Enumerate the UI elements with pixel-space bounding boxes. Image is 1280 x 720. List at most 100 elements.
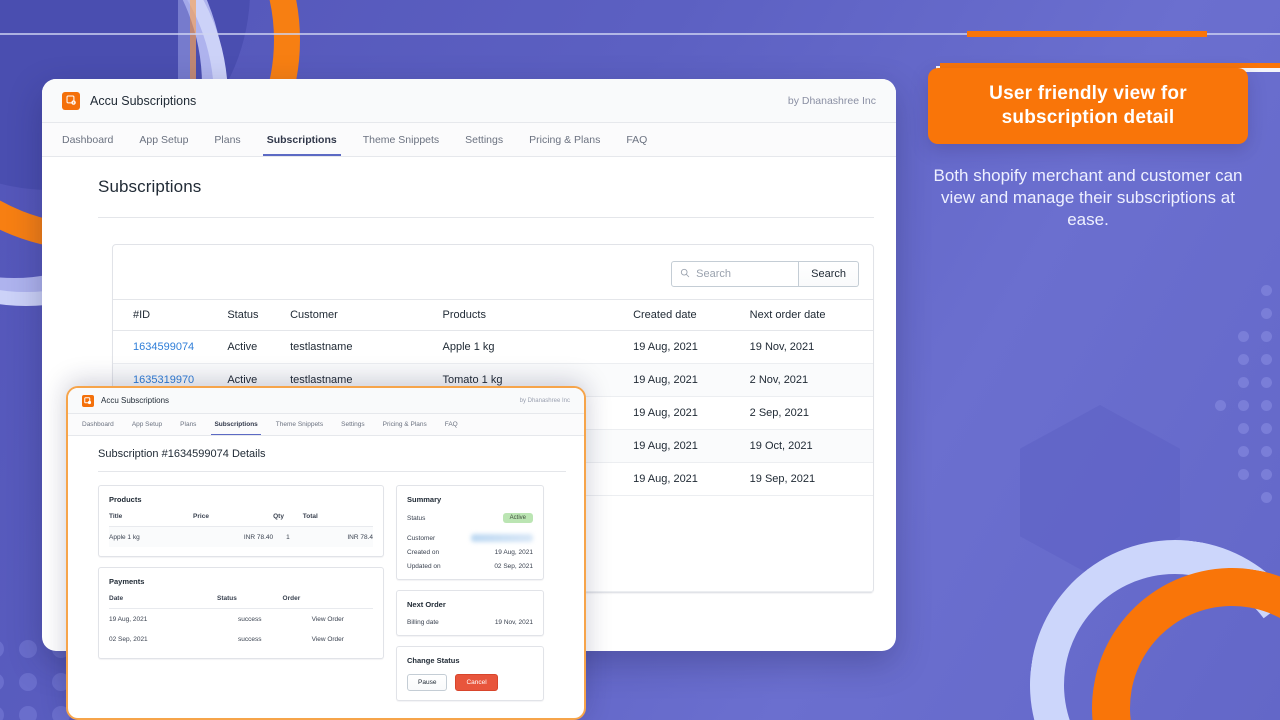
- nav-item-app-setup[interactable]: App Setup: [126, 123, 201, 156]
- pause-button[interactable]: Pause: [407, 674, 448, 691]
- nav-item-faq[interactable]: FAQ: [613, 123, 660, 156]
- cell-next: 2 Nov, 2021: [749, 363, 873, 397]
- col-total: Total: [302, 513, 373, 527]
- cell-product-price: INR 78.40: [193, 526, 274, 547]
- cell-payment-status: success: [238, 636, 262, 643]
- app-nav: Dashboard App Setup Plans Subscriptions …: [42, 123, 896, 157]
- payments-heading: Payments: [109, 577, 145, 586]
- nav-label: Subscriptions: [214, 421, 258, 428]
- nav-item-theme-snippets[interactable]: Theme Snippets: [350, 123, 452, 156]
- next-order-card: Next Order Billing date 19 Nov, 2021: [396, 590, 544, 636]
- col-price: Price: [193, 513, 274, 527]
- products-table: Title Price Qty Total Apple 1 kg INR 78.…: [109, 513, 373, 547]
- nav-label: FAQ: [626, 133, 648, 146]
- products-table-header: Title Price Qty Total: [109, 513, 373, 527]
- app-header: Accu Subscriptions by Dhanashree Inc: [42, 79, 896, 123]
- col-products[interactable]: Products: [442, 299, 634, 331]
- background-hexagon: [1020, 405, 1180, 580]
- summary-created-row: Created on 19 Aug, 2021: [407, 549, 533, 556]
- col-title: Title: [109, 513, 194, 527]
- nav-item-plans[interactable]: Plans: [201, 123, 253, 156]
- summary-customer-row: Customer: [407, 534, 533, 542]
- col-status: Status: [216, 595, 283, 609]
- products-row: Apple 1 kg INR 78.40 1 INR 78.4: [109, 526, 373, 547]
- summary-updated-row: Updated on 02 Sep, 2021: [407, 563, 533, 570]
- next-order-billing-row: Billing date 19 Nov, 2021: [407, 619, 533, 626]
- col-next-order[interactable]: Next order date: [749, 299, 873, 331]
- cell-product-qty: 1: [273, 526, 303, 547]
- summary-customer-label: Customer: [407, 534, 436, 542]
- detail-nav-item-settings[interactable]: Settings: [332, 414, 374, 435]
- detail-nav-item-subscriptions[interactable]: Subscriptions: [205, 414, 266, 435]
- app-title: Accu Subscriptions: [90, 93, 197, 108]
- detail-page-title: Subscription #1634599074 Details: [98, 448, 266, 460]
- promo-panel: User friendly view for subscription deta…: [928, 68, 1248, 232]
- nav-label: Subscriptions: [266, 133, 337, 146]
- view-order-link[interactable]: View Order: [283, 629, 373, 649]
- col-order: Order: [282, 595, 373, 609]
- table-header-row: #ID Status Customer Products Created dat…: [113, 299, 873, 331]
- cell-created: 19 Aug, 2021: [633, 330, 750, 364]
- summary-status-label: Status: [407, 514, 426, 522]
- background-orange-bar-top: [967, 31, 1207, 37]
- products-heading: Products: [109, 495, 142, 504]
- background-arc-light: [1011, 521, 1280, 720]
- nav-item-settings[interactable]: Settings: [452, 123, 516, 156]
- subscription-id-link[interactable]: 1635319970: [133, 374, 194, 386]
- nav-item-dashboard[interactable]: Dashboard: [62, 123, 126, 156]
- cell-products: Apple 1 kg: [442, 330, 634, 364]
- cell-customer: testlastname: [290, 330, 443, 364]
- summary-updated-value: 02 Sep, 2021: [494, 563, 533, 570]
- summary-heading: Summary: [407, 495, 442, 504]
- nav-label: Settings: [341, 421, 365, 428]
- nav-item-subscriptions[interactable]: Subscriptions: [254, 123, 350, 156]
- nav-label: FAQ: [444, 421, 458, 428]
- background-arc-orange: [1069, 545, 1280, 720]
- nav-label: Plans: [180, 421, 197, 428]
- col-status[interactable]: Status: [227, 299, 291, 331]
- summary-updated-label: Updated on: [407, 563, 441, 570]
- detail-app-byline: by Dhanashree Inc: [519, 397, 570, 404]
- cancel-button[interactable]: Cancel: [455, 674, 498, 691]
- payments-header-row: Date Status Order: [109, 595, 373, 609]
- cell-next: 19 Oct, 2021: [749, 429, 873, 463]
- cell-payment-date: 02 Sep, 2021: [109, 636, 148, 643]
- billing-date-value: 19 Nov, 2021: [494, 619, 533, 626]
- subscription-id-link[interactable]: 1634599074: [133, 341, 194, 353]
- detail-nav-item-app-setup[interactable]: App Setup: [123, 414, 171, 435]
- view-order-link[interactable]: View Order: [283, 609, 373, 630]
- billing-date-label: Billing date: [407, 619, 439, 626]
- col-customer[interactable]: Customer: [290, 299, 443, 331]
- page-title-divider: [98, 217, 874, 218]
- detail-nav-item-theme-snippets[interactable]: Theme Snippets: [267, 414, 332, 435]
- payments-card: Payments Date Status Order 19 Aug, 2021 …: [98, 567, 384, 659]
- app-byline: by Dhanashree Inc: [787, 94, 876, 107]
- search-row: Search Search: [113, 245, 873, 299]
- nav-label: Pricing & Plans: [529, 133, 601, 146]
- search-group: Search Search: [671, 261, 859, 287]
- products-header-row: Title Price Qty Total: [109, 513, 373, 527]
- col-id[interactable]: #ID: [113, 299, 228, 331]
- promo-headline-line1: User friendly view for: [989, 83, 1187, 104]
- cell-next: 19 Nov, 2021: [749, 330, 873, 364]
- nav-item-pricing-plans[interactable]: Pricing & Plans: [516, 123, 613, 156]
- col-created[interactable]: Created date: [633, 299, 750, 331]
- table-row[interactable]: 1634599074 Active testlastname Apple 1 k…: [113, 330, 873, 364]
- background-hairline: [0, 33, 1280, 35]
- payments-table-body: 19 Aug, 2021 success View Order 02 Sep, …: [109, 609, 373, 650]
- promo-body-text: Both shopify merchant and customer can v…: [933, 165, 1243, 230]
- cell-id[interactable]: 1634599074: [113, 330, 228, 364]
- next-order-heading: Next Order: [407, 600, 446, 609]
- col-qty: Qty: [273, 513, 303, 527]
- app-logo-icon: [62, 91, 80, 110]
- detail-nav-item-pricing-plans[interactable]: Pricing & Plans: [374, 414, 436, 435]
- search-input[interactable]: Search: [671, 261, 800, 287]
- search-button[interactable]: Search: [799, 261, 859, 287]
- detail-nav-item-faq[interactable]: FAQ: [436, 414, 467, 435]
- search-icon: [680, 265, 690, 283]
- detail-nav-item-dashboard[interactable]: Dashboard: [82, 414, 123, 435]
- cell-payment-status: success: [238, 616, 262, 623]
- cell-created: 19 Aug, 2021: [633, 429, 750, 463]
- summary-card: Summary Status Active Customer Created o…: [396, 485, 544, 580]
- detail-nav-item-plans[interactable]: Plans: [171, 414, 205, 435]
